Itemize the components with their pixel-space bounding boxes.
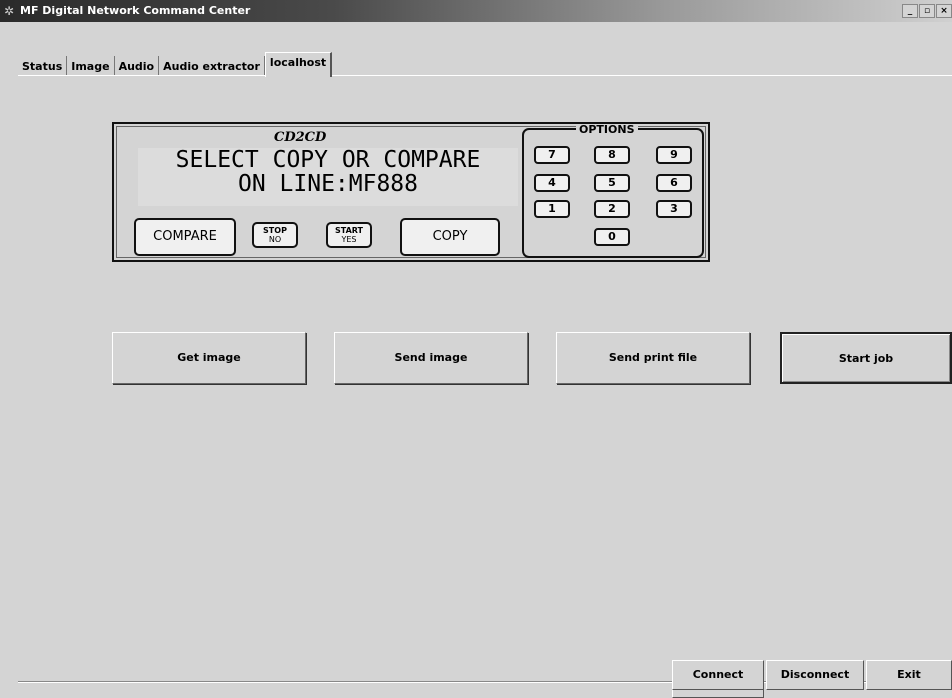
tab-strip: Status Image Audio Audio extractor local… xyxy=(18,52,333,77)
window-controls: _ ▫ × xyxy=(901,4,952,18)
key-4[interactable]: 4 xyxy=(534,174,570,192)
no-label: NO xyxy=(268,235,282,244)
lcd-display: SELECT COPY OR COMPARE ON LINE:MF888 xyxy=(138,148,518,206)
key-7[interactable]: 7 xyxy=(534,146,570,164)
key-9[interactable]: 9 xyxy=(656,146,692,164)
start-job-button[interactable]: Start job xyxy=(780,332,952,384)
stop-label: STOP xyxy=(263,226,287,235)
device-panel: CD2CD SELECT COPY OR COMPARE ON LINE:MF8… xyxy=(112,122,710,262)
tab-localhost[interactable]: localhost xyxy=(264,52,333,77)
key-6[interactable]: 6 xyxy=(656,174,692,192)
start-label: START xyxy=(334,226,364,235)
tab-audio-extractor[interactable]: Audio extractor xyxy=(159,56,265,76)
key-0[interactable]: 0 xyxy=(594,228,630,246)
tab-status[interactable]: Status xyxy=(18,56,68,76)
stop-no-button[interactable]: STOP NO xyxy=(252,222,298,248)
options-title: OPTIONS xyxy=(576,124,638,136)
disconnect-button[interactable]: Disconnect xyxy=(766,660,864,690)
options-keypad: OPTIONS 7 8 9 4 5 6 1 2 3 0 xyxy=(522,124,704,258)
connect-button[interactable]: Connect xyxy=(672,660,764,690)
app-icon: ✲ xyxy=(4,4,15,18)
minimize-icon[interactable]: _ xyxy=(902,4,918,18)
key-1[interactable]: 1 xyxy=(534,200,570,218)
exit-button[interactable]: Exit xyxy=(866,660,952,690)
close-icon[interactable]: × xyxy=(936,4,952,18)
lcd-line-1: SELECT COPY OR COMPARE xyxy=(175,147,481,173)
key-3[interactable]: 3 xyxy=(656,200,692,218)
send-print-file-button[interactable]: Send print file xyxy=(556,332,750,384)
tab-audio[interactable]: Audio xyxy=(115,56,160,76)
lcd-line-2: ON LINE:MF888 xyxy=(237,171,418,197)
get-image-button[interactable]: Get image xyxy=(112,332,306,384)
tab-image[interactable]: Image xyxy=(67,56,115,76)
title-bar: ✲ MF Digital Network Command Center _ ▫ … xyxy=(0,0,952,22)
device-logo: CD2CD xyxy=(274,130,327,145)
maximize-icon[interactable]: ▫ xyxy=(919,4,935,18)
copy-button[interactable]: COPY xyxy=(400,218,500,256)
tab-panel-border xyxy=(18,75,952,76)
start-yes-button[interactable]: START YES xyxy=(326,222,372,248)
compare-button[interactable]: COMPARE xyxy=(134,218,236,256)
yes-label: YES xyxy=(341,235,357,244)
key-5[interactable]: 5 xyxy=(594,174,630,192)
window-title: MF Digital Network Command Center xyxy=(20,4,251,17)
key-2[interactable]: 2 xyxy=(594,200,630,218)
key-8[interactable]: 8 xyxy=(594,146,630,164)
send-image-button[interactable]: Send image xyxy=(334,332,528,384)
